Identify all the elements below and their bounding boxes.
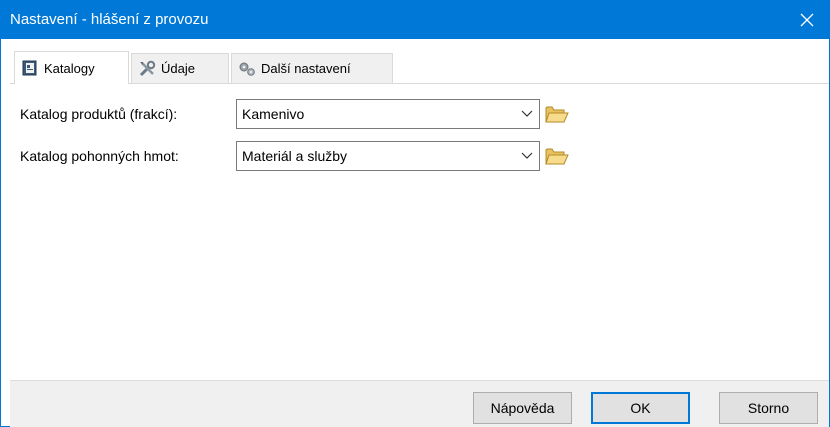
settings-dialog: Nastavení - hlášení z provozu Katalogy Ú… [0,0,830,427]
folder-open-icon [544,106,569,123]
folder-open-icon [544,148,569,165]
field-label: Katalog pohonných hmot: [20,148,179,164]
chevron-down-icon[interactable] [515,142,539,170]
gears-icon [239,62,255,76]
tools-icon [139,60,156,76]
field-label: Katalog produktů (frakcí): [20,106,178,122]
ok-button[interactable]: OK [591,392,690,424]
form-row-pohonne-hmoty: Katalog pohonných hmot: Materiál a služb… [20,141,580,171]
window-title: Nastavení - hlášení z provozu [10,11,209,28]
tab-label: Další nastavení [261,61,351,76]
catalog-products-select[interactable]: Kamenivo [236,99,540,129]
browse-products-button[interactable] [544,102,569,126]
form-row-produkty: Katalog produktů (frakcí): Kamenivo [20,99,580,129]
tab-label: Údaje [161,61,195,76]
close-icon [800,13,814,27]
help-button[interactable]: Nápověda [473,392,572,424]
select-value: Materiál a služby [242,148,348,164]
tab-dalsi-nastaveni[interactable]: Další nastavení [231,53,393,83]
tab-panel-katalogy: Katalog produktů (frakcí): Kamenivo Kata… [10,84,827,380]
catalog-fuels-select[interactable]: Materiál a služby [236,141,540,171]
dialog-footer: Nápověda OK Storno [10,380,829,427]
select-value: Kamenivo [242,106,305,122]
catalog-book-icon [22,60,37,76]
title-bar[interactable]: Nastavení - hlášení z provozu [1,1,829,39]
tab-label: Katalogy [44,60,95,76]
close-button[interactable] [785,1,829,39]
browse-fuels-button[interactable] [544,144,569,168]
tab-katalogy[interactable]: Katalogy [14,51,129,84]
chevron-down-icon[interactable] [515,100,539,128]
cancel-button[interactable]: Storno [719,392,818,424]
tab-udaje[interactable]: Údaje [131,53,229,83]
